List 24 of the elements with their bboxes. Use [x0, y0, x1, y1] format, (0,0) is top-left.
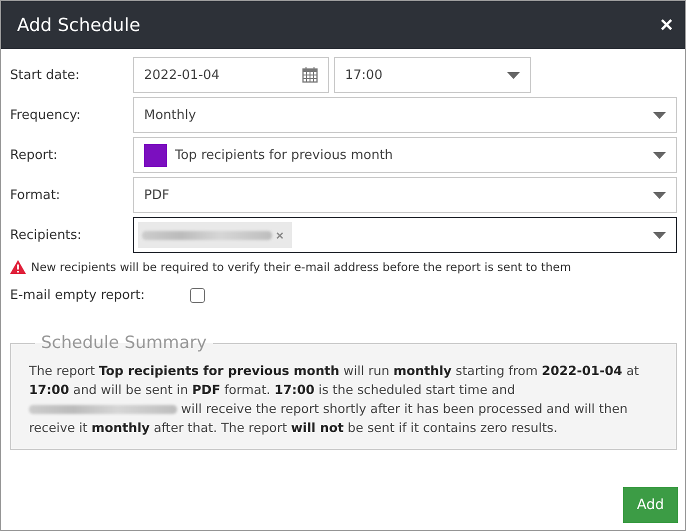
field-label: Report: [10, 148, 58, 162]
field-label: Format: [10, 188, 62, 202]
dropdown-caret-icon[interactable] [653, 192, 666, 198]
field-label: Frequency: [10, 108, 82, 122]
checkbox[interactable] [190, 288, 205, 302]
summary-text: The report Top recipients for previous month will run monthly starting from 2022-01-04 at 17:00 and will be sent in PDF format. 17:00 is the scheduled start time and will receive the report shortly after it has been processed and will then receive it monthly after that. The report will not be sent if it contains zero results. [29, 362, 640, 437]
window-title: Add Schedule [17, 14, 140, 36]
warning-icon [10, 260, 26, 274]
date-field[interactable]: 2022-01-04 [133, 57, 329, 93]
dropdown-caret-icon[interactable] [653, 232, 666, 238]
dropdown-caret-icon[interactable] [653, 112, 666, 118]
calendar-icon[interactable] [302, 67, 318, 83]
select-dropdown[interactable]: PDF [133, 177, 677, 213]
checkbox-label: E-mail empty report: [10, 288, 146, 302]
field-label: Start date: [10, 68, 81, 82]
dropdown-caret-icon[interactable] [653, 152, 666, 158]
report-dropdown[interactable]: Top recipients for previous month [133, 137, 677, 173]
select-dropdown[interactable]: Monthly [133, 97, 677, 133]
summary-heading: Schedule Summary [40, 333, 208, 353]
time-dropdown[interactable]: 17:00 [334, 57, 531, 93]
dropdown-caret-icon[interactable] [507, 72, 520, 78]
close-button[interactable]: × [660, 12, 673, 38]
field-label: Recipients: [10, 228, 83, 242]
warning-text: New recipients will be required to verify their e-mail address before the report is sent to them [31, 260, 572, 274]
